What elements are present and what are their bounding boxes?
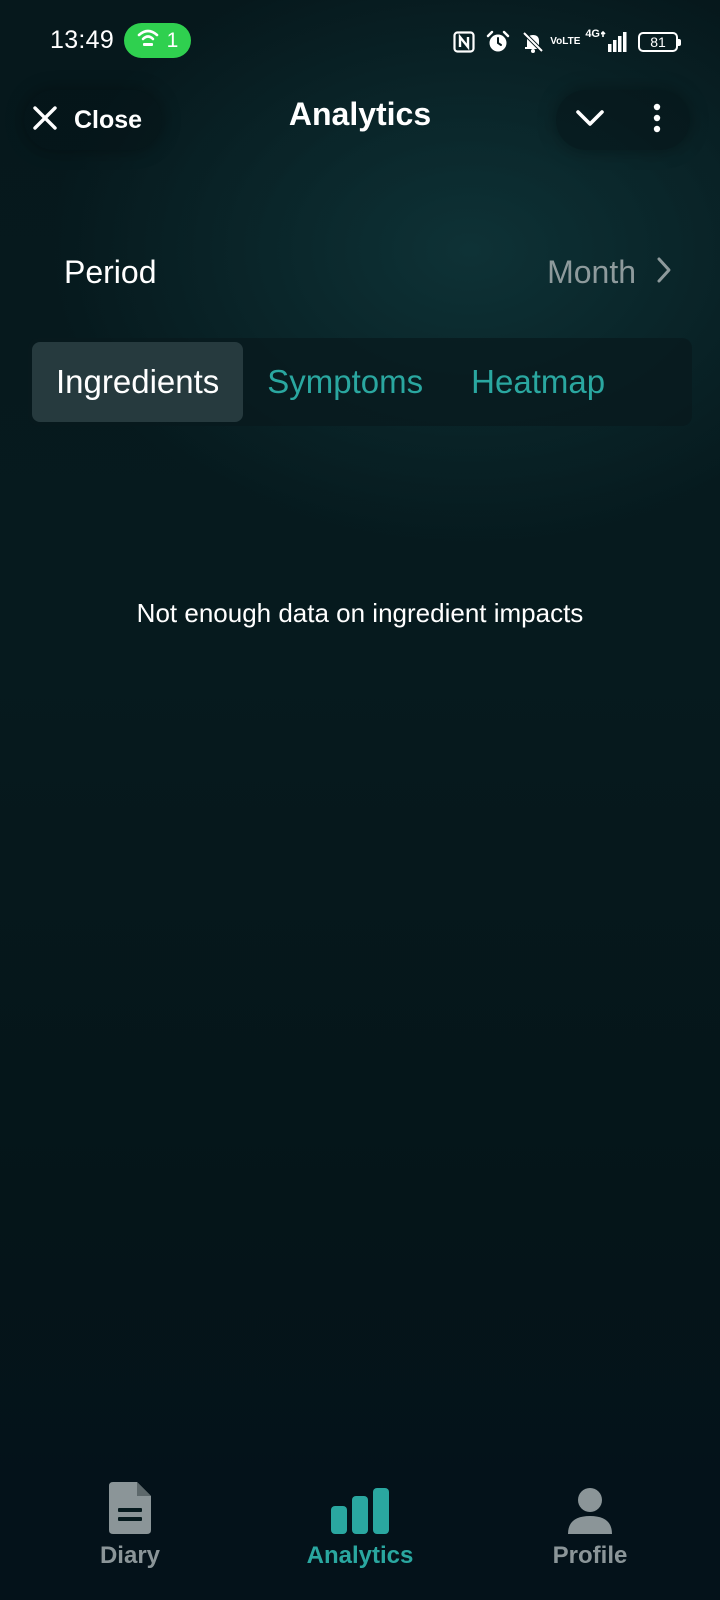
status-time: 13:49 — [50, 26, 115, 54]
nav-label-profile: Profile — [552, 1542, 628, 1569]
app-bar: Close Analytics — [0, 82, 720, 162]
nav-item-analytics[interactable]: Analytics — [260, 1480, 460, 1590]
bar-chart-icon — [331, 1480, 389, 1534]
alarm-icon — [486, 30, 510, 54]
battery-level: 81 — [650, 34, 666, 50]
chevron-down-icon — [575, 108, 605, 133]
chevron-right-icon — [656, 256, 672, 289]
signal-icon: 4G — [585, 28, 627, 53]
period-value: Month — [547, 254, 636, 290]
nav-label-analytics: Analytics — [306, 1542, 414, 1569]
nav-item-diary[interactable]: Diary — [30, 1480, 230, 1590]
bottom-navigation: Diary Analytics Profile — [0, 1440, 720, 1600]
battery-icon: 81 — [638, 32, 681, 52]
hotspot-indicator[interactable]: 1 — [124, 23, 191, 58]
period-label: Period — [64, 254, 157, 290]
volte-indicator: Vo LTE — [550, 36, 581, 47]
status-bar: 13:49 1 Vo LTE 4G 81 — [0, 0, 720, 82]
period-selector[interactable]: Period Month — [32, 236, 688, 312]
hotspot-icon — [137, 28, 159, 53]
person-icon — [568, 1480, 612, 1534]
tab-heatmap[interactable]: Heatmap — [447, 342, 629, 422]
nfc-icon — [453, 31, 475, 53]
more-options-button[interactable] — [631, 94, 683, 146]
period-value-group: Month — [547, 254, 672, 291]
nav-item-profile[interactable]: Profile — [490, 1480, 690, 1590]
document-icon — [109, 1480, 151, 1534]
status-icons: Vo LTE 4G 81 — [453, 27, 681, 57]
header-actions — [556, 90, 690, 150]
hotspot-count: 1 — [166, 28, 179, 52]
tab-ingredients[interactable]: Ingredients — [32, 342, 244, 422]
more-vertical-icon — [652, 103, 662, 138]
mute-bell-icon — [521, 30, 545, 54]
empty-state-message: Not enough data on ingredient impacts — [136, 598, 584, 628]
nav-label-diary: Diary — [99, 1542, 161, 1569]
expand-button[interactable] — [564, 94, 616, 146]
analytics-tabs: Ingredients Symptoms Heatmap — [28, 338, 692, 426]
tab-symptoms[interactable]: Symptoms — [243, 342, 447, 422]
